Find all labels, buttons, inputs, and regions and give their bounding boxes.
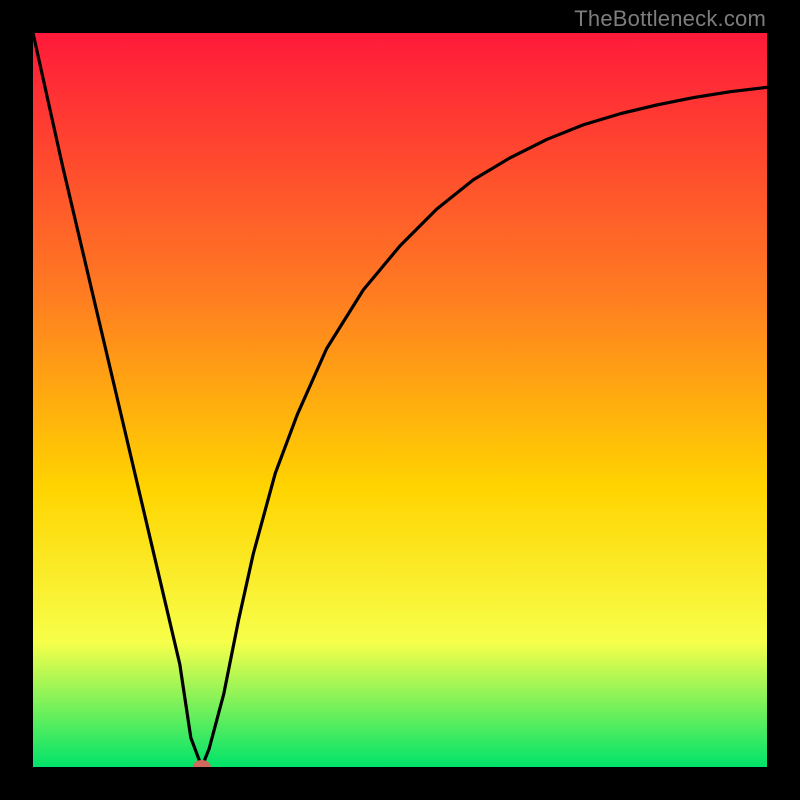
watermark-label: TheBottleneck.com	[574, 6, 766, 32]
gradient-background	[33, 33, 767, 767]
chart-frame	[33, 33, 767, 767]
bottleneck-chart	[33, 33, 767, 767]
